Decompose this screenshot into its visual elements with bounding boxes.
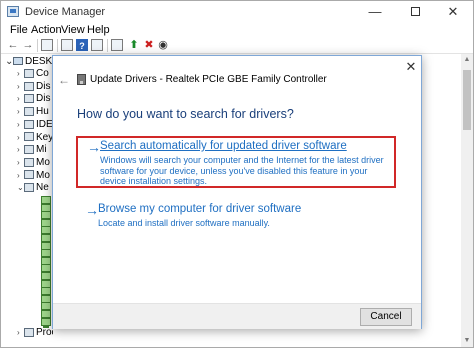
- arrow-right-icon: →: [85, 202, 99, 218]
- update-drivers-dialog: ✕ ← Update Drivers - Realtek PCIe GBE Fa…: [52, 55, 422, 329]
- dialog-title: Update Drivers - Realtek PCIe GBE Family…: [90, 74, 327, 85]
- option-title: Search automatically for updated driver …: [100, 140, 347, 152]
- tree-node[interactable]: › IDE: [17, 119, 53, 131]
- tree-node[interactable]: › Mo: [17, 170, 50, 182]
- tree-node-label: Mo: [36, 156, 50, 168]
- processor-icon: [24, 327, 34, 337]
- tree-node-label: IDE: [36, 118, 53, 130]
- tree-node-label: Mi: [36, 144, 47, 156]
- chevron-right-icon: ›: [17, 69, 20, 78]
- device-category-icon: [24, 119, 34, 129]
- menu-help[interactable]: Help: [87, 23, 110, 37]
- tree-node-label: Dis: [36, 93, 51, 105]
- dialog-close-button[interactable]: ✕: [404, 60, 418, 74]
- arrow-right-icon: →: [87, 139, 101, 155]
- minimize-button[interactable]: —: [355, 1, 395, 23]
- device-manager-icon: [7, 6, 19, 17]
- tree-node[interactable]: › Dis: [17, 81, 50, 93]
- device-tree: ⌄DESKTO ›Co›Dis›Dis›Hu›IDE›Key›Mi›Mo›Mo⌄…: [1, 54, 53, 348]
- device-category-icon: [24, 183, 34, 193]
- tree-node-processors[interactable]: › Processors: [17, 327, 53, 339]
- chevron-down-icon: ⌄: [17, 183, 24, 193]
- tree-node[interactable]: › Hu: [17, 106, 49, 118]
- device-category-icon: [24, 81, 34, 91]
- back-arrow-icon[interactable]: ←: [58, 74, 70, 86]
- browse-computer-option[interactable]: → Browse my computer for driver software…: [76, 201, 396, 233]
- forward-arrow-icon[interactable]: →: [22, 39, 34, 51]
- chevron-right-icon: ›: [17, 145, 20, 155]
- vertical-scrollbar[interactable]: ▲ ▼: [461, 54, 473, 347]
- tree-node[interactable]: › Dis: [17, 93, 50, 105]
- scroll-up-icon[interactable]: ▲: [461, 54, 473, 66]
- chevron-right-icon: ›: [17, 170, 20, 180]
- scan-hardware-icon[interactable]: [111, 39, 123, 51]
- device-category-icon: [24, 170, 34, 180]
- chevron-right-icon: ›: [17, 157, 20, 167]
- computer-icon: [13, 57, 23, 66]
- toolbar-separator: [107, 39, 108, 52]
- properties-icon[interactable]: [61, 39, 73, 51]
- toolbar: ← → ? ⬆ ✖ ◉: [1, 37, 473, 54]
- maximize-icon: [410, 7, 420, 16]
- device-category-icon: [24, 132, 34, 142]
- menu-bar: File Action View Help: [1, 23, 473, 37]
- chevron-right-icon: ›: [17, 328, 20, 337]
- chevron-right-icon: ›: [17, 94, 20, 104]
- tree-node-label: Hu: [36, 106, 49, 118]
- tree-node[interactable]: › Co: [17, 68, 49, 80]
- option-description: Windows will search your computer and th…: [100, 155, 384, 186]
- device-category-icon: [24, 94, 34, 104]
- maximize-button[interactable]: [395, 1, 435, 23]
- tree-root[interactable]: ⌄ DESKTO: [5, 56, 53, 67]
- close-button[interactable]: ✕: [433, 1, 473, 23]
- toolbar-separator: [37, 39, 38, 52]
- dialog-footer: Cancel: [53, 303, 421, 329]
- chevron-right-icon: ›: [17, 81, 20, 91]
- tree-node[interactable]: › Mo: [17, 157, 50, 169]
- option-title: Browse my computer for driver software: [98, 203, 302, 215]
- tree-node-label: Ne: [36, 182, 49, 194]
- scroll-down-icon[interactable]: ▼: [461, 335, 473, 347]
- disable-icon[interactable]: ◉: [157, 39, 169, 51]
- device-category-icon: [24, 68, 34, 78]
- scroll-thumb[interactable]: [463, 70, 471, 130]
- uninstall-icon[interactable]: ✖: [143, 39, 155, 51]
- tree-node-label: Co: [36, 68, 49, 79]
- tree-node-label: Key: [36, 131, 53, 143]
- chevron-right-icon: ›: [17, 132, 20, 142]
- chevron-down-icon: ⌄: [5, 56, 14, 67]
- search-automatically-option[interactable]: → Search automatically for updated drive…: [76, 136, 396, 188]
- menu-view[interactable]: View: [61, 23, 85, 37]
- chevron-right-icon: ›: [17, 119, 20, 129]
- dialog-heading: How do you want to search for drivers?: [77, 107, 294, 121]
- tree-node[interactable]: › Mi: [17, 144, 47, 156]
- window-title: Device Manager: [25, 6, 106, 18]
- tree-node[interactable]: ⌄ Ne: [17, 182, 49, 194]
- tree-node-label: Processors: [36, 327, 53, 338]
- tree-node-label: Mo: [36, 169, 50, 181]
- grid-view-icon[interactable]: [41, 39, 53, 51]
- menu-action[interactable]: Action: [31, 23, 62, 37]
- grid-view-icon[interactable]: [91, 39, 103, 51]
- menu-file[interactable]: File: [10, 23, 28, 37]
- device-category-icon: [24, 145, 34, 155]
- device-category-icon: [24, 157, 34, 167]
- chevron-right-icon: ›: [17, 107, 20, 117]
- toolbar-separator: [57, 39, 58, 52]
- update-driver-icon[interactable]: ⬆: [128, 39, 140, 51]
- tree-node-label: Dis: [36, 80, 51, 92]
- tree-root-label: DESKTO: [25, 56, 53, 67]
- help-icon[interactable]: ?: [76, 39, 88, 51]
- option-description: Locate and install driver software manua…: [98, 218, 270, 228]
- cancel-button[interactable]: Cancel: [360, 308, 412, 326]
- tree-node[interactable]: › Key: [17, 132, 53, 144]
- title-bar: Device Manager — ✕: [1, 1, 473, 23]
- device-category-icon: [24, 106, 34, 116]
- back-arrow-icon[interactable]: ←: [7, 39, 19, 51]
- network-controller-icon: [77, 74, 86, 85]
